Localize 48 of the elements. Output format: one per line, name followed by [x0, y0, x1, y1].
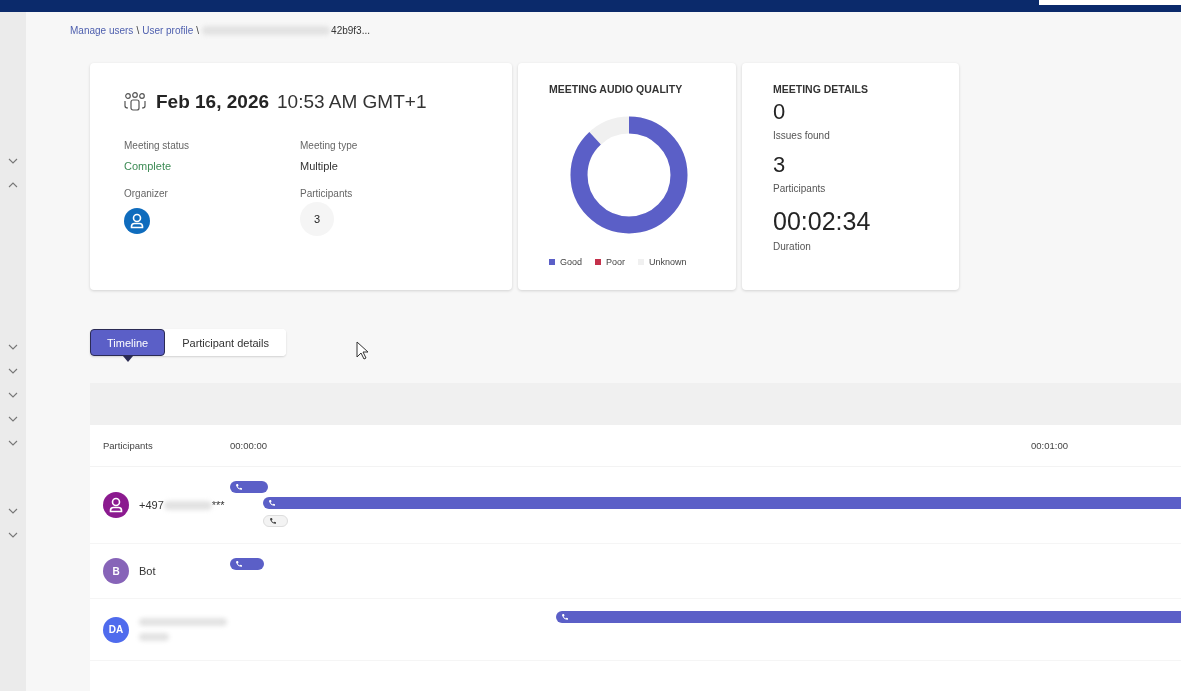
call-segment[interactable]	[263, 515, 288, 527]
tab[interactable]: Timeline	[90, 329, 166, 356]
stat-value: 00:02:34	[773, 207, 872, 235]
stat-value: 3	[773, 153, 787, 177]
breadcrumb-link[interactable]: Manage users	[70, 24, 134, 36]
status-value: Complete	[124, 160, 172, 172]
meeting-time: 10:53 AM GMT+1	[277, 91, 427, 113]
tab[interactable]: Participant details	[165, 329, 286, 356]
call-segment[interactable]	[230, 558, 264, 570]
field-label: Participants	[300, 188, 353, 199]
field-value: Multiple	[300, 160, 338, 172]
phone-icon	[269, 517, 277, 525]
breadcrumb-current: 42b9f3...	[331, 24, 370, 36]
avatar: B	[103, 558, 129, 584]
breadcrumb-separator: \	[136, 24, 140, 36]
field-label: Meeting type	[300, 140, 358, 151]
avatar-icon[interactable]	[124, 208, 150, 234]
call-segment[interactable]	[230, 481, 268, 493]
phone-icon	[561, 613, 569, 621]
legend-label: Unknown	[649, 257, 687, 267]
pointer-icon	[356, 341, 370, 361]
masked-digits: ***	[211, 499, 225, 511]
stat-label: Duration	[773, 241, 812, 252]
field-label: Organizer	[124, 188, 168, 199]
participant-count: 3	[300, 202, 334, 236]
participant-name: +497	[139, 499, 164, 511]
time-tick: 00:00:00	[230, 439, 267, 451]
phone-icon	[268, 499, 276, 507]
card-title: MEETING AUDIO QUALITY	[549, 83, 684, 95]
breadcrumb-separator: \	[196, 24, 200, 36]
avatar: DA	[103, 616, 129, 643]
phone-icon	[235, 560, 243, 568]
column-header: Participants	[102, 440, 154, 451]
stat-value: 0	[773, 100, 787, 124]
meeting-date: Feb 16, 2026	[156, 91, 270, 113]
phone-icon	[235, 483, 243, 491]
card-title: MEETING DETAILS	[773, 83, 869, 95]
stat-label: Participants	[773, 183, 827, 194]
redacted-text	[163, 500, 212, 510]
participant-name: Bot	[139, 565, 156, 577]
field-label: Meeting status	[124, 140, 190, 151]
breadcrumb-link[interactable]: User profile	[142, 24, 194, 36]
stat-label: Issues found	[773, 130, 831, 141]
legend-label: Poor	[606, 257, 626, 267]
legend-label: Good	[560, 257, 583, 267]
tab-pointer-icon	[122, 356, 133, 362]
time-tick: 00:01:00	[1031, 439, 1068, 451]
people-icon	[124, 92, 146, 112]
